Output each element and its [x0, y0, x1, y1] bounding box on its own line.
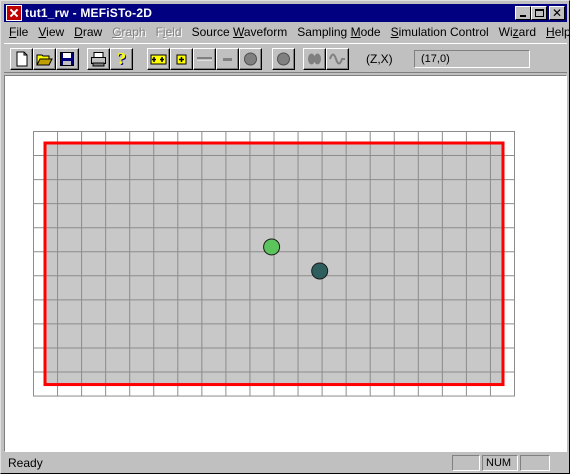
- toolbar: ? ? (Z,X) (17,0): [4, 43, 567, 73]
- menu-label-post: ode: [360, 25, 381, 39]
- main-window: tut1_rw - MEFiSTo-2D ✕ File View Draw Graph…: [0, 0, 570, 474]
- waveform-button[interactable]: [326, 48, 349, 70]
- window-title: tut1_rw - MEFiSTo-2D: [25, 6, 153, 20]
- dual-source-button[interactable]: [303, 48, 326, 70]
- app-icon[interactable]: [6, 5, 22, 21]
- minimize-button[interactable]: [515, 6, 531, 20]
- dual-source-icon: [308, 53, 321, 65]
- boundary-line-icon: [223, 58, 232, 61]
- open-folder-icon: [36, 54, 53, 66]
- menu-label-pre: F: [155, 25, 163, 39]
- menu-label-post: aveform: [243, 25, 288, 39]
- help-button[interactable]: ? ?: [110, 48, 133, 70]
- menu-label-post: ile: [16, 25, 29, 39]
- probe-icon: [277, 52, 290, 66]
- menu-label-post: imulation Control: [398, 25, 489, 39]
- add-node-button[interactable]: [170, 48, 193, 70]
- wall-line-button[interactable]: [193, 48, 216, 70]
- status-text: Ready: [8, 456, 43, 470]
- source-button[interactable]: [239, 48, 262, 70]
- menu-item-sampling-mode[interactable]: Sampling Mode: [292, 24, 385, 41]
- save-disk-icon: [60, 52, 74, 66]
- window-controls: ✕: [515, 6, 565, 20]
- open-file-button[interactable]: [33, 48, 56, 70]
- new-file-icon: [16, 51, 28, 67]
- maximize-icon: [535, 9, 544, 17]
- add-node-pair-icon: [150, 54, 167, 65]
- menu-label-post: elp: [554, 25, 570, 39]
- coordinate-label: (Z,X): [366, 52, 393, 66]
- status-panel-caps: [452, 455, 480, 471]
- mesh-canvas[interactable]: [5, 76, 566, 451]
- workspace[interactable]: [4, 75, 567, 452]
- close-icon: ✕: [552, 6, 563, 20]
- probe-button[interactable]: [272, 48, 295, 70]
- menu-item-simulation-control[interactable]: Simulation Control: [386, 24, 494, 41]
- menu-label-pre: Wi: [498, 25, 513, 39]
- menu-label-post: eld: [165, 25, 182, 39]
- menu-label-accel: H: [546, 25, 555, 39]
- source-marker[interactable]: [263, 238, 281, 256]
- waveform-icon: [329, 53, 345, 65]
- boundary-line-button[interactable]: [216, 48, 239, 70]
- close-button[interactable]: ✕: [549, 6, 565, 20]
- add-node-icon: [176, 54, 187, 65]
- menu-label-accel: D: [74, 25, 83, 39]
- save-button[interactable]: [56, 48, 79, 70]
- source-icon: [244, 52, 257, 66]
- print-icon: [91, 52, 106, 67]
- svg-text:?: ?: [117, 51, 126, 67]
- menu-item-view[interactable]: View: [33, 24, 69, 41]
- help-question-icon: ? ?: [117, 51, 127, 67]
- menu-label-post: ard: [518, 25, 537, 39]
- menu-label-pre: Sampling: [297, 25, 351, 39]
- menu-label-accel: M: [350, 25, 361, 39]
- minimize-icon: [520, 15, 526, 17]
- menu-label-post: iew: [46, 25, 65, 39]
- status-panel-scroll: [520, 455, 550, 471]
- menu-item-draw[interactable]: Draw: [69, 24, 107, 41]
- menu-item-wizard[interactable]: Wizard: [494, 24, 541, 41]
- maximize-button[interactable]: [531, 6, 547, 20]
- menu-label-post: raw: [82, 25, 103, 39]
- probe-marker[interactable]: [311, 262, 329, 280]
- new-file-button[interactable]: [10, 48, 33, 70]
- coordinate-readout: (17,0): [414, 50, 530, 68]
- menu-item-graph[interactable]: Graph: [107, 24, 150, 41]
- menu-bar: File View Draw Graph Field Source Waveform Sam…: [4, 23, 570, 42]
- status-bar: Ready NUM: [4, 454, 567, 472]
- print-button[interactable]: [87, 48, 110, 70]
- menu-label-accel: W: [232, 25, 244, 39]
- menu-item-source-waveform[interactable]: Source Waveform: [187, 24, 293, 41]
- menu-item-field[interactable]: Field: [151, 24, 187, 41]
- title-bar[interactable]: tut1_rw - MEFiSTo-2D ✕: [4, 4, 567, 22]
- wall-line-icon: [197, 57, 212, 61]
- menu-label-post: raph: [121, 25, 146, 39]
- status-panel-num: NUM: [482, 455, 518, 471]
- menu-label-accel: V: [38, 25, 47, 39]
- menu-item-help[interactable]: Help: [541, 24, 570, 41]
- menu-label-accel: S: [390, 25, 399, 39]
- menu-label-accel: G: [112, 25, 122, 39]
- menu-label-pre: Source: [191, 25, 233, 39]
- menu-item-file[interactable]: File: [4, 24, 33, 41]
- add-node-pair-button[interactable]: [147, 48, 170, 70]
